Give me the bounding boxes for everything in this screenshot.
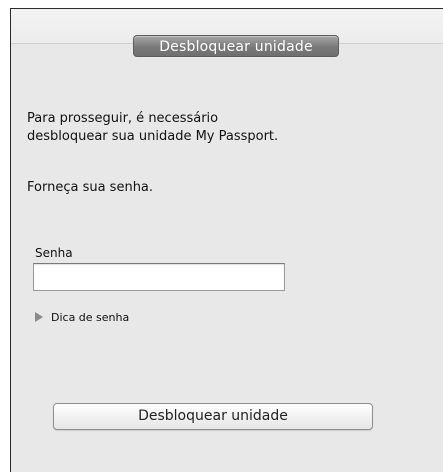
intro-message-line-2: desbloquear sua unidade My Passport. bbox=[27, 129, 279, 144]
disclosure-triangle-right-icon bbox=[35, 312, 43, 322]
intro-message-line-1: Para prosseguir, é necessário bbox=[27, 111, 219, 126]
password-prompt: Forneça sua senha. bbox=[27, 180, 154, 195]
password-hint-toggle[interactable]: Dica de senha bbox=[33, 309, 129, 325]
password-label: Senha bbox=[35, 246, 73, 260]
unlock-drive-button[interactable]: Desbloquear unidade bbox=[53, 403, 373, 430]
intro-message: Para prosseguir, é necessário desbloquea… bbox=[27, 110, 278, 146]
password-hint-label: Dica de senha bbox=[51, 310, 130, 324]
password-field[interactable] bbox=[33, 263, 285, 291]
dialog-title-tab: Desbloquear unidade bbox=[133, 35, 339, 57]
unlock-dialog: Desbloquear unidade Para prosseguir, é n… bbox=[10, 8, 443, 472]
